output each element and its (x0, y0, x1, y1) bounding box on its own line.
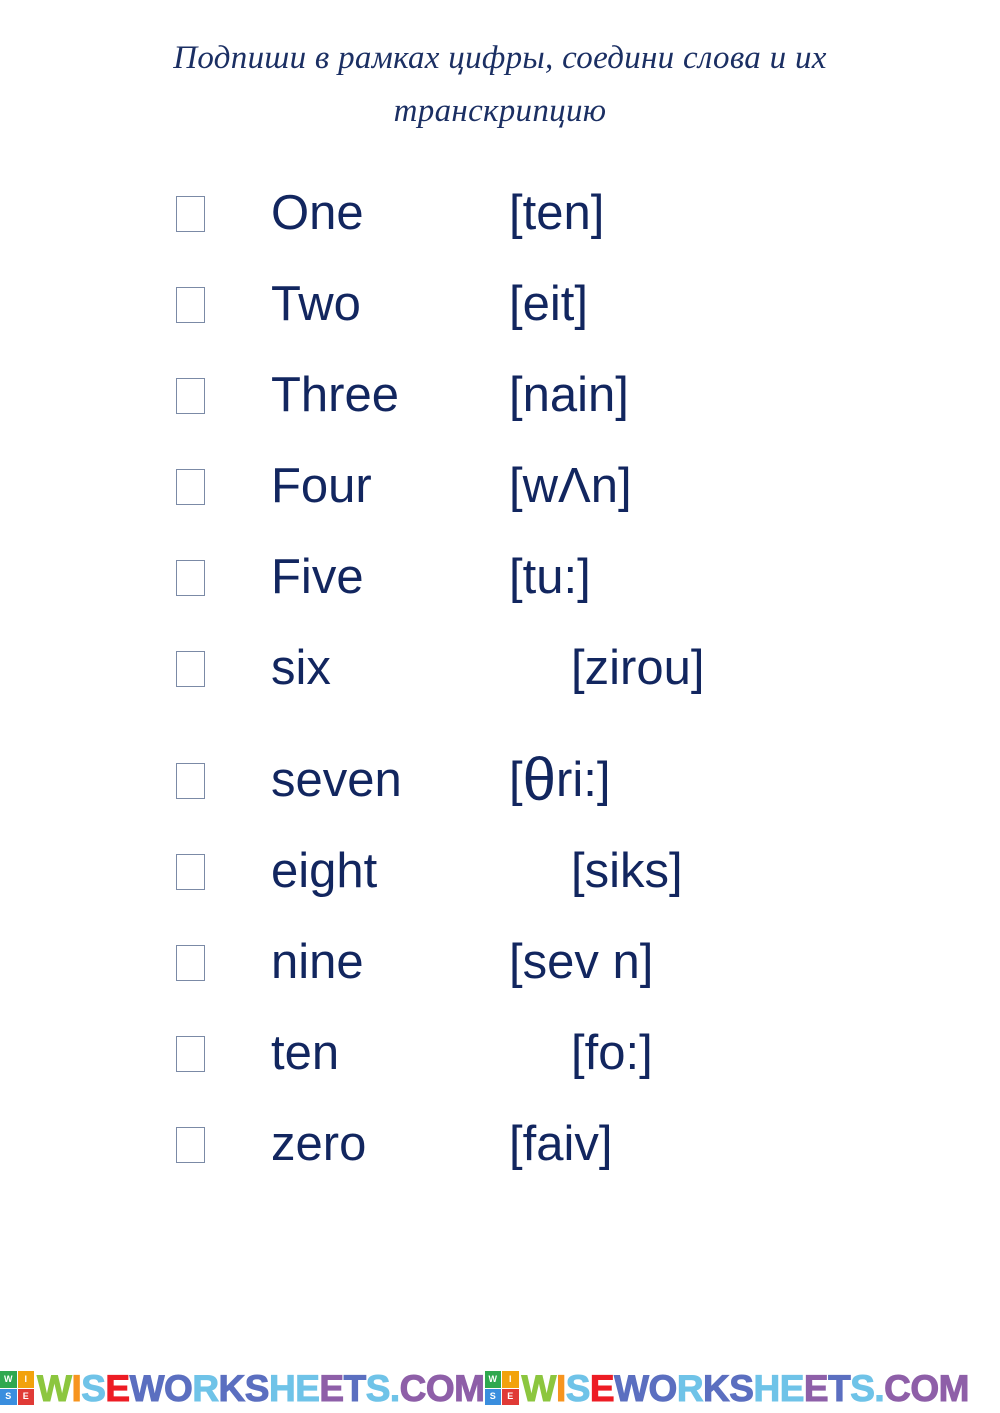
number-word[interactable]: Two (271, 280, 509, 329)
transcription-text[interactable]: [fo:] (571, 1029, 653, 1078)
number-word[interactable]: six (271, 644, 509, 693)
footer-watermark: WISEWISEWORKSHEETS.COMWISEWISEWORKSHEETS… (0, 1359, 1000, 1411)
exercise-row: zero [faiv] (0, 1099, 1000, 1190)
wiseworksheets-logo-icon: WISE (484, 1371, 519, 1405)
watermark-text: WISEWORKSHEETS.COM (36, 1367, 485, 1409)
worksheet-page: Подпиши в рамках цифры, соедини слова и … (0, 0, 1000, 1413)
transcription-text[interactable]: [ten] (509, 189, 604, 238)
number-word[interactable]: nine (271, 938, 509, 987)
exercise-row: nine [sev n] (0, 917, 1000, 1008)
number-word[interactable]: Four (271, 462, 509, 511)
exercise-row: One [ten] (0, 168, 1000, 259)
number-word[interactable]: seven (271, 756, 509, 805)
number-word[interactable]: Five (271, 553, 509, 602)
number-word[interactable]: Three (271, 371, 509, 420)
transcription-text[interactable]: [tu:] (509, 553, 591, 602)
transcription-text[interactable]: [siks] (571, 847, 683, 896)
number-checkbox[interactable] (176, 1035, 205, 1072)
logo-letter: I (17, 1371, 34, 1388)
logo-letter: E (17, 1388, 34, 1405)
logo-letter: I (502, 1371, 519, 1388)
transcription-text[interactable]: [zirou] (571, 644, 704, 693)
number-checkbox[interactable] (176, 286, 205, 323)
number-checkbox[interactable] (176, 1126, 205, 1163)
number-word[interactable]: eight (271, 847, 509, 896)
logo-letter: W (484, 1371, 501, 1388)
number-checkbox[interactable] (176, 468, 205, 505)
exercise-row: eight [siks] (0, 826, 1000, 917)
watermark-unit: WISEWISEWORKSHEETS.COM (484, 1365, 970, 1411)
number-checkbox[interactable] (176, 762, 205, 799)
number-checkbox[interactable] (176, 853, 205, 890)
transcription-text[interactable]: [θri:] (509, 750, 610, 810)
exercise-row: six [zirou] (0, 623, 1000, 714)
exercise-row: Two [eit] (0, 259, 1000, 350)
exercise-row: Three [nain] (0, 350, 1000, 441)
page-title-line-1: Подпиши в рамках цифры, соедини слова и … (173, 40, 827, 76)
exercise-row: Five [tu:] (0, 532, 1000, 623)
number-word[interactable]: One (271, 189, 509, 238)
number-checkbox[interactable] (176, 650, 205, 687)
transcription-text[interactable]: [sev n] (509, 938, 653, 987)
watermark-unit: WISEWISEWORKSHEETS.COM (0, 1365, 486, 1411)
transcription-text[interactable]: [eit] (509, 280, 588, 329)
exercise-row: Four [wΛn] (0, 441, 1000, 532)
logo-letter: S (484, 1388, 501, 1405)
logo-letter: W (0, 1371, 17, 1388)
exercise-row: seven [θri:] (0, 735, 1000, 826)
logo-letter: E (502, 1388, 519, 1405)
exercise-row: ten [fo:] (0, 1008, 1000, 1099)
number-word[interactable]: zero (271, 1120, 509, 1169)
transcription-text[interactable]: [wΛn] (509, 462, 632, 511)
page-title: Подпиши в рамках цифры, соедини слова и … (150, 32, 850, 139)
exercise-list: One [ten] Two [eit] Three [nain] Four [wΛn] Five… (0, 168, 1000, 1190)
transcription-text[interactable]: [faiv] (509, 1120, 612, 1169)
number-word[interactable]: ten (271, 1029, 509, 1078)
transcription-text[interactable]: [nain] (509, 371, 629, 420)
wiseworksheets-logo-icon: WISE (0, 1371, 34, 1405)
number-checkbox[interactable] (176, 377, 205, 414)
number-checkbox[interactable] (176, 944, 205, 981)
page-title-line-2: транскрипцию (393, 93, 607, 130)
number-checkbox[interactable] (176, 559, 205, 596)
number-checkbox[interactable] (176, 195, 205, 232)
watermark-text: WISEWORKSHEETS.COM (521, 1367, 970, 1409)
logo-letter: S (0, 1388, 17, 1405)
